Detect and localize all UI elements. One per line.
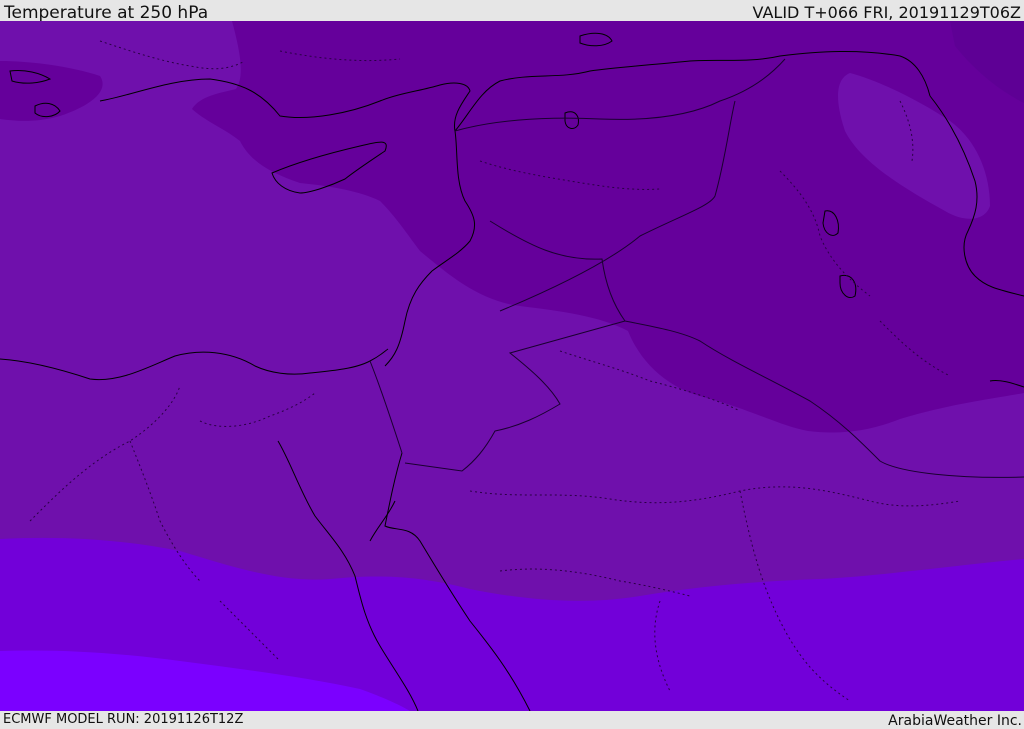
valid-time-label: VALID T+066 FRI, 20191129T06Z — [752, 3, 1021, 22]
footer-bar: ECMWF MODEL RUN: 20191126T12Z ArabiaWeat… — [0, 711, 1024, 729]
model-run-label: ECMWF MODEL RUN: 20191126T12Z — [3, 712, 244, 727]
temperature-map[interactable] — [0, 21, 1024, 711]
header-bar: Temperature at 250 hPa VALID T+066 FRI, … — [0, 0, 1024, 23]
map-title: Temperature at 250 hPa — [4, 3, 209, 23]
credit-label: ArabiaWeather Inc. — [888, 713, 1022, 729]
